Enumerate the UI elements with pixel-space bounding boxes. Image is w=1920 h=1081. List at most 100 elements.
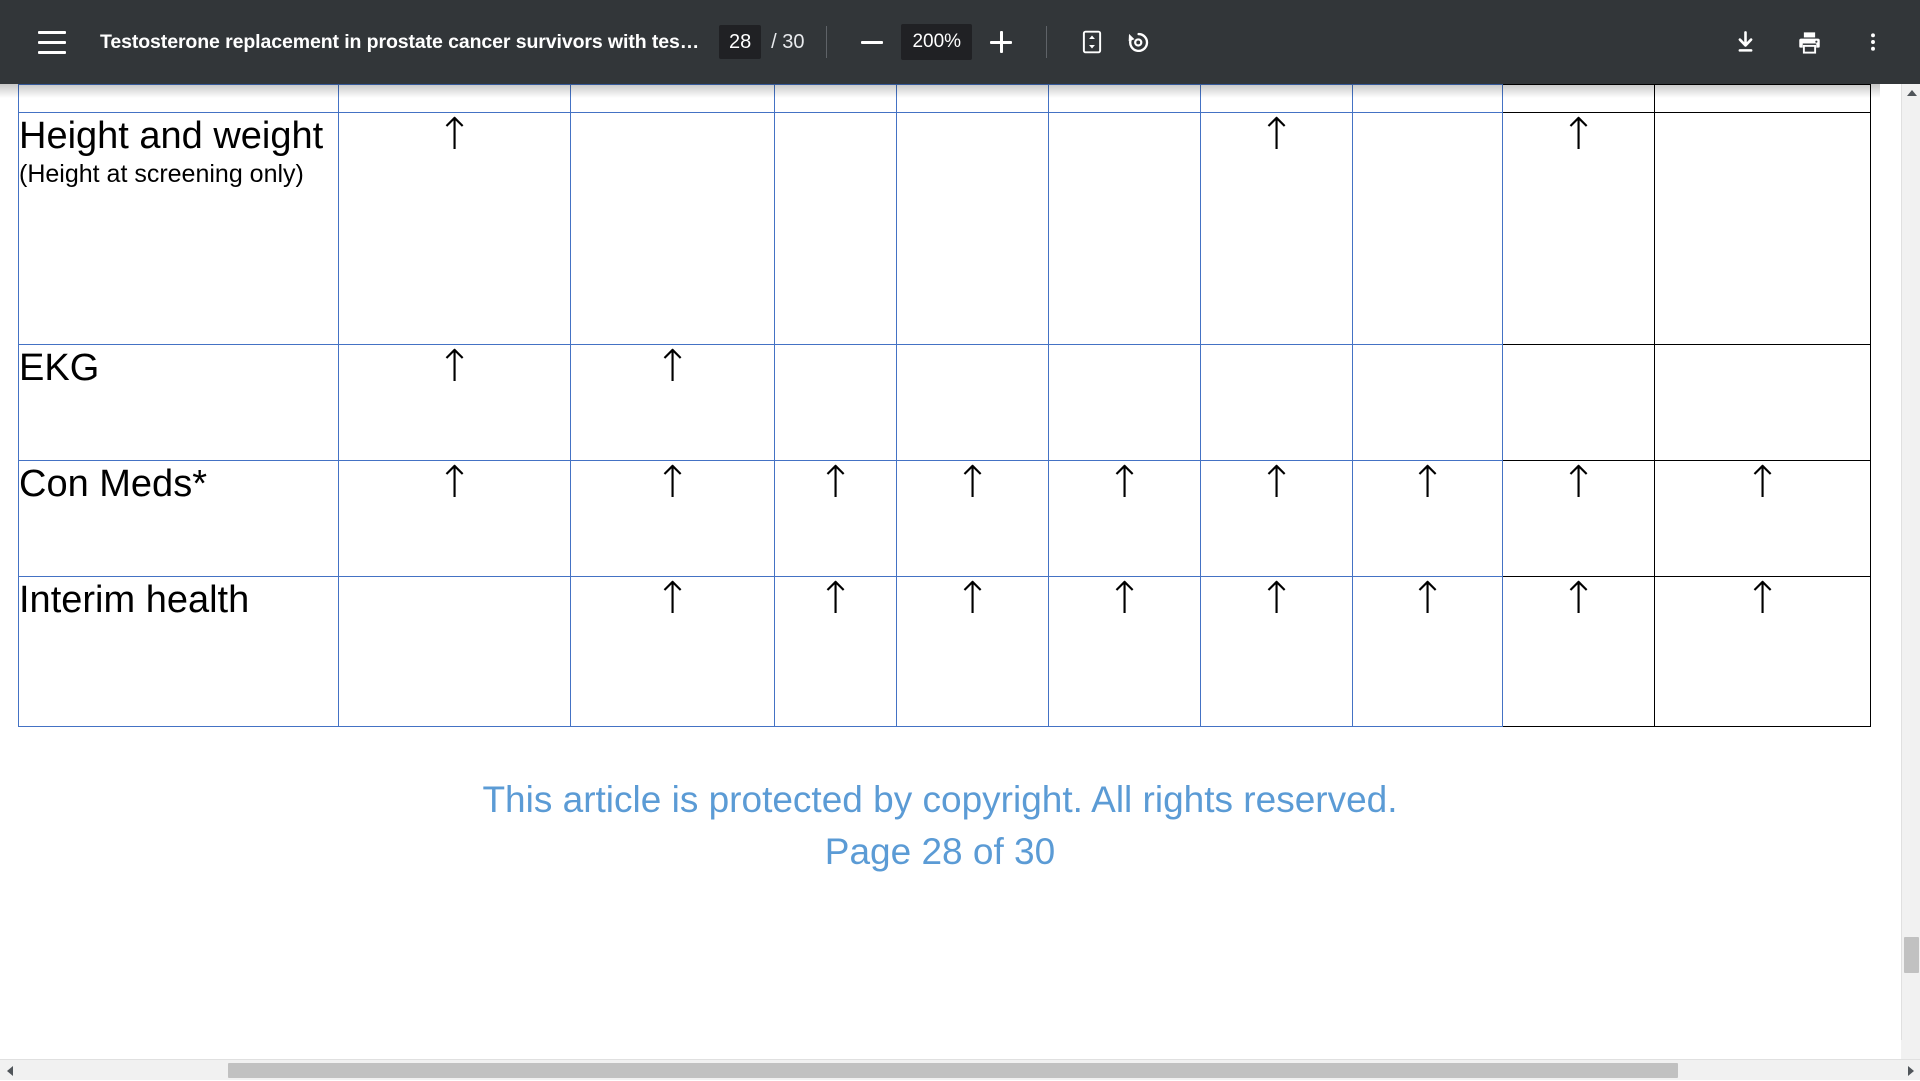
table-cell bbox=[1049, 113, 1201, 345]
more-vertical-icon bbox=[1861, 30, 1885, 54]
page-number-input[interactable] bbox=[719, 25, 761, 59]
table-body: Height and weight (Height at screening o… bbox=[19, 85, 1871, 727]
copyright-notice: This article is protected by copyright. … bbox=[0, 774, 1880, 826]
table-cell bbox=[897, 85, 1049, 113]
up-arrow-icon: ↑ bbox=[1560, 461, 1597, 505]
row-label-cell: Con Meds* bbox=[19, 461, 339, 577]
pdf-document-viewport[interactable]: Height and weight (Height at screening o… bbox=[0, 84, 1901, 1059]
table-cell bbox=[775, 85, 897, 113]
table-row: Con Meds*↑↑↑↑↑↑↑↑↑ bbox=[19, 461, 1871, 577]
table-cell: ↑ bbox=[1201, 577, 1353, 727]
row-label-cell: Interim health bbox=[19, 577, 339, 727]
minus-icon bbox=[861, 41, 883, 44]
horizontal-scrollbar-thumb[interactable] bbox=[228, 1063, 1678, 1078]
rotate-counterclockwise-icon bbox=[1124, 28, 1152, 56]
zoom-level-display[interactable]: 200% bbox=[901, 24, 972, 60]
table-cell bbox=[571, 85, 775, 113]
horizontal-scrollbar[interactable] bbox=[0, 1059, 1920, 1080]
up-arrow-icon: ↑ bbox=[1106, 461, 1143, 505]
up-arrow-icon: ↑ bbox=[817, 577, 854, 621]
row-label-text: Interim health bbox=[19, 579, 249, 621]
table-cell: ↑ bbox=[1353, 461, 1503, 577]
row-label-subtext: (Height at screening only) bbox=[19, 160, 304, 188]
table-row: Height and weight (Height at screening o… bbox=[19, 113, 1871, 345]
table-cell bbox=[339, 577, 571, 727]
scroll-right-arrow-icon bbox=[1908, 1066, 1914, 1076]
table-cell: ↑ bbox=[1655, 577, 1871, 727]
study-schedule-table: Height and weight (Height at screening o… bbox=[18, 84, 1871, 727]
table-cell: ↑ bbox=[1049, 461, 1201, 577]
pdf-page-28: Height and weight (Height at screening o… bbox=[0, 84, 1880, 1059]
vertical-scrollbar[interactable] bbox=[1901, 84, 1920, 1059]
zoom-out-button[interactable] bbox=[849, 19, 895, 65]
up-arrow-icon: ↑ bbox=[1560, 113, 1597, 157]
scroll-up-arrow-icon bbox=[1907, 90, 1917, 96]
scrollbar-corner bbox=[1901, 1040, 1920, 1059]
vertical-scrollbar-thumb[interactable] bbox=[1904, 937, 1919, 973]
table-cell bbox=[1353, 85, 1503, 113]
zoom-in-button[interactable] bbox=[978, 19, 1024, 65]
up-arrow-icon: ↑ bbox=[1258, 113, 1295, 157]
table-cell: ↑ bbox=[897, 577, 1049, 727]
download-button[interactable] bbox=[1722, 19, 1768, 65]
toolbar-divider bbox=[826, 26, 827, 58]
table-cell: ↑ bbox=[1503, 461, 1655, 577]
table-cell: ↑ bbox=[339, 461, 571, 577]
up-arrow-icon: ↑ bbox=[654, 577, 691, 621]
table-cell bbox=[1353, 345, 1503, 461]
row-label-text: EKG bbox=[19, 347, 99, 389]
table-cell bbox=[1353, 113, 1503, 345]
scroll-right-button[interactable] bbox=[1901, 1060, 1920, 1081]
menu-line bbox=[38, 51, 66, 54]
table-cell bbox=[571, 113, 775, 345]
table-cell: ↑ bbox=[775, 577, 897, 727]
up-arrow-icon: ↑ bbox=[1258, 577, 1295, 621]
up-arrow-icon: ↑ bbox=[1106, 577, 1143, 621]
table-cell: ↑ bbox=[571, 577, 775, 727]
scroll-up-button[interactable] bbox=[1902, 84, 1920, 101]
table-cell bbox=[1201, 345, 1353, 461]
page-label: Page 28 of 30 bbox=[0, 826, 1880, 878]
download-icon bbox=[1732, 29, 1759, 56]
table-cell bbox=[1655, 345, 1871, 461]
up-arrow-icon: ↑ bbox=[654, 461, 691, 505]
table-cell: ↑ bbox=[339, 113, 571, 345]
table-cell: ↑ bbox=[775, 461, 897, 577]
table-cell: ↑ bbox=[1201, 461, 1353, 577]
table-cell: ↑ bbox=[339, 345, 571, 461]
up-arrow-icon: ↑ bbox=[1409, 577, 1446, 621]
fit-to-page-button[interactable] bbox=[1069, 19, 1115, 65]
scroll-left-button[interactable] bbox=[0, 1060, 19, 1081]
table-row: EKG ↑ ↑ bbox=[19, 345, 1871, 461]
table-row: Interim health ↑ ↑ ↑ ↑ ↑ ↑ ↑ ↑ bbox=[19, 577, 1871, 727]
up-arrow-icon: ↑ bbox=[1560, 577, 1597, 621]
toolbar-divider bbox=[1046, 26, 1047, 58]
up-arrow-icon: ↑ bbox=[1744, 461, 1781, 505]
up-arrow-icon: ↑ bbox=[436, 345, 473, 389]
plus-icon bbox=[990, 31, 1012, 53]
more-options-button[interactable] bbox=[1850, 19, 1896, 65]
table-cell bbox=[897, 113, 1049, 345]
up-arrow-icon: ↑ bbox=[1258, 461, 1295, 505]
print-button[interactable] bbox=[1786, 19, 1832, 65]
table-cell: ↑ bbox=[1503, 113, 1655, 345]
table-cell bbox=[775, 345, 897, 461]
page-total-label: / 30 bbox=[771, 31, 804, 54]
rotate-button[interactable] bbox=[1115, 19, 1161, 65]
zoom-controls: 200% bbox=[849, 19, 1024, 65]
print-icon bbox=[1796, 29, 1823, 56]
table-cell: ↑ bbox=[571, 461, 775, 577]
table-cell: ↑ bbox=[1049, 577, 1201, 727]
pdf-viewer-toolbar: Testosterone replacement in prostate can… bbox=[0, 0, 1920, 84]
row-label-cell bbox=[19, 85, 339, 113]
table-cell bbox=[1503, 345, 1655, 461]
table-cell: ↑ bbox=[571, 345, 775, 461]
table-cell bbox=[897, 345, 1049, 461]
table-cell bbox=[1655, 113, 1871, 345]
up-arrow-icon: ↑ bbox=[1409, 461, 1446, 505]
table-cell bbox=[1049, 345, 1201, 461]
page-navigation: / 30 bbox=[719, 25, 804, 59]
menu-line bbox=[38, 31, 66, 34]
hamburger-menu-icon[interactable] bbox=[24, 14, 80, 70]
row-label-cell: Height and weight (Height at screening o… bbox=[19, 113, 339, 345]
